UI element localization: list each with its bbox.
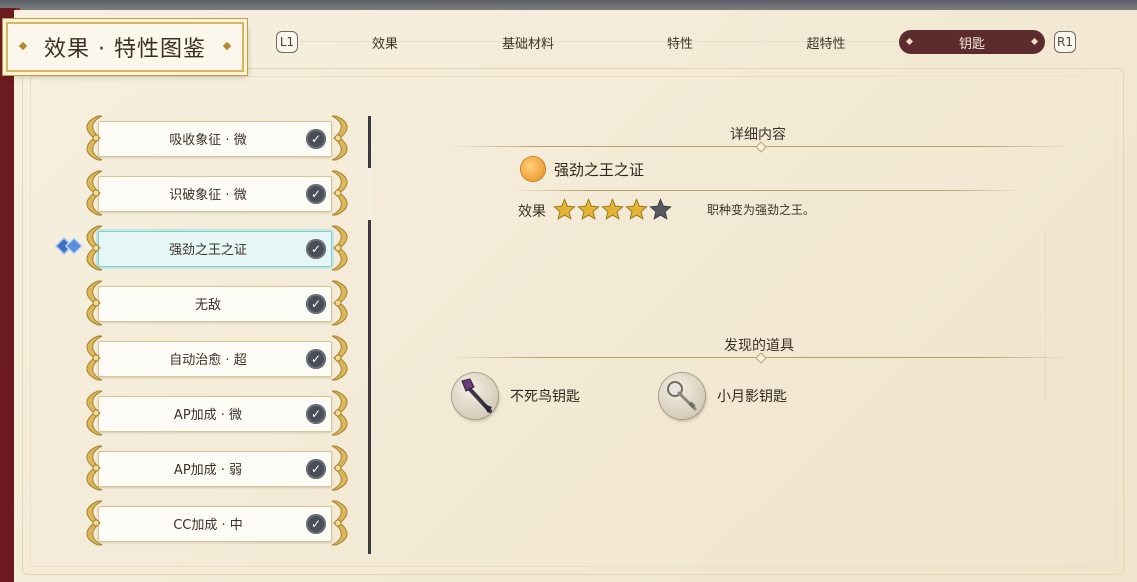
effect-rating-label: 效果 <box>518 204 546 220</box>
found-item-name: 不死鸟钥匙 <box>510 389 580 405</box>
star-filled-icon <box>553 198 576 220</box>
checkmark-icon: ✓ <box>306 294 326 314</box>
l1-button[interactable]: L1 <box>276 31 298 53</box>
tab-basic-materials[interactable]: 基础材料 <box>488 30 568 54</box>
list-item[interactable]: CC加成 · 中 ✓ <box>72 499 357 547</box>
item-label: CC加成 · 中 <box>173 517 243 533</box>
list-item[interactable]: 无敌 ✓ <box>72 279 357 327</box>
item-label: 识破象征 · 微 <box>169 187 247 203</box>
list-item[interactable]: AP加成 · 弱 ✓ <box>72 444 357 492</box>
found-item-name: 小月影钥匙 <box>717 389 787 405</box>
gold-ornament-icon <box>331 225 348 271</box>
star-empty-icon <box>649 198 672 220</box>
detail-heading: 详细内容 <box>730 127 786 143</box>
item-label: 自动治愈 · 超 <box>169 352 247 368</box>
window-top-bar <box>0 0 1137 10</box>
checkmark-icon: ✓ <box>306 239 326 259</box>
moonshadow-key-icon <box>659 373 705 419</box>
page-title: 效果 · 特性图鉴 <box>44 37 206 62</box>
list-item-selected[interactable]: 强劲之王之证 ✓ <box>72 224 357 272</box>
diamond-ornament-icon <box>222 41 232 51</box>
checkmark-icon: ✓ <box>306 129 326 149</box>
gold-ornament-icon <box>331 335 348 381</box>
gold-ornament-icon <box>331 115 348 161</box>
star-filled-icon <box>625 198 648 220</box>
scrollbar-thumb[interactable] <box>368 168 371 220</box>
list-item[interactable]: 自动治愈 · 超 ✓ <box>72 334 357 382</box>
effect-orb-icon <box>521 157 545 181</box>
tab-super-traits[interactable]: 超特性 <box>796 30 856 54</box>
checkmark-icon: ✓ <box>306 459 326 479</box>
list-item[interactable]: 吸收象征 · 微 ✓ <box>72 114 357 162</box>
title-plate: 效果 · 特性图鉴 <box>6 22 244 72</box>
diamond-ornament-icon <box>18 41 28 51</box>
effect-name: 强劲之王之证 <box>554 161 645 179</box>
checkmark-icon: ✓ <box>306 404 326 424</box>
item-label: 强劲之王之证 <box>168 242 247 258</box>
tab-keys[interactable]: 钥匙 <box>899 30 1045 54</box>
list-item[interactable]: 识破象征 · 微 ✓ <box>72 169 357 217</box>
checkmark-icon: ✓ <box>306 514 326 534</box>
tab-effect[interactable]: 效果 <box>355 30 415 54</box>
list-item[interactable]: AP加成 · 微 ✓ <box>72 389 357 437</box>
name-divider <box>512 190 1022 191</box>
checkmark-icon: ✓ <box>306 349 326 369</box>
found-item[interactable]: 不死鸟钥匙 <box>452 373 580 419</box>
r1-button[interactable]: R1 <box>1054 31 1076 53</box>
item-label: AP加成 · 弱 <box>173 462 243 478</box>
effect-rating-stars <box>553 198 672 221</box>
effect-description: 职种变为强劲之王。 <box>707 203 816 217</box>
item-label: 无敌 <box>194 297 221 313</box>
decorative-divider <box>1045 230 1046 400</box>
tab-traits[interactable]: 特性 <box>650 30 710 54</box>
gold-ornament-icon <box>331 280 348 326</box>
found-item[interactable]: 小月影钥匙 <box>659 373 787 419</box>
gold-ornament-icon <box>331 445 348 491</box>
checkmark-icon: ✓ <box>306 184 326 204</box>
gold-ornament-icon <box>331 500 348 546</box>
item-label: 吸收象征 · 微 <box>169 132 247 148</box>
item-label: AP加成 · 微 <box>173 407 243 423</box>
gold-ornament-icon <box>331 170 348 216</box>
found-items-heading: 发现的道具 <box>724 338 794 354</box>
star-filled-icon <box>577 198 600 220</box>
gold-ornament-icon <box>331 390 348 436</box>
star-filled-icon <box>601 198 624 220</box>
phoenix-key-icon <box>452 373 498 419</box>
